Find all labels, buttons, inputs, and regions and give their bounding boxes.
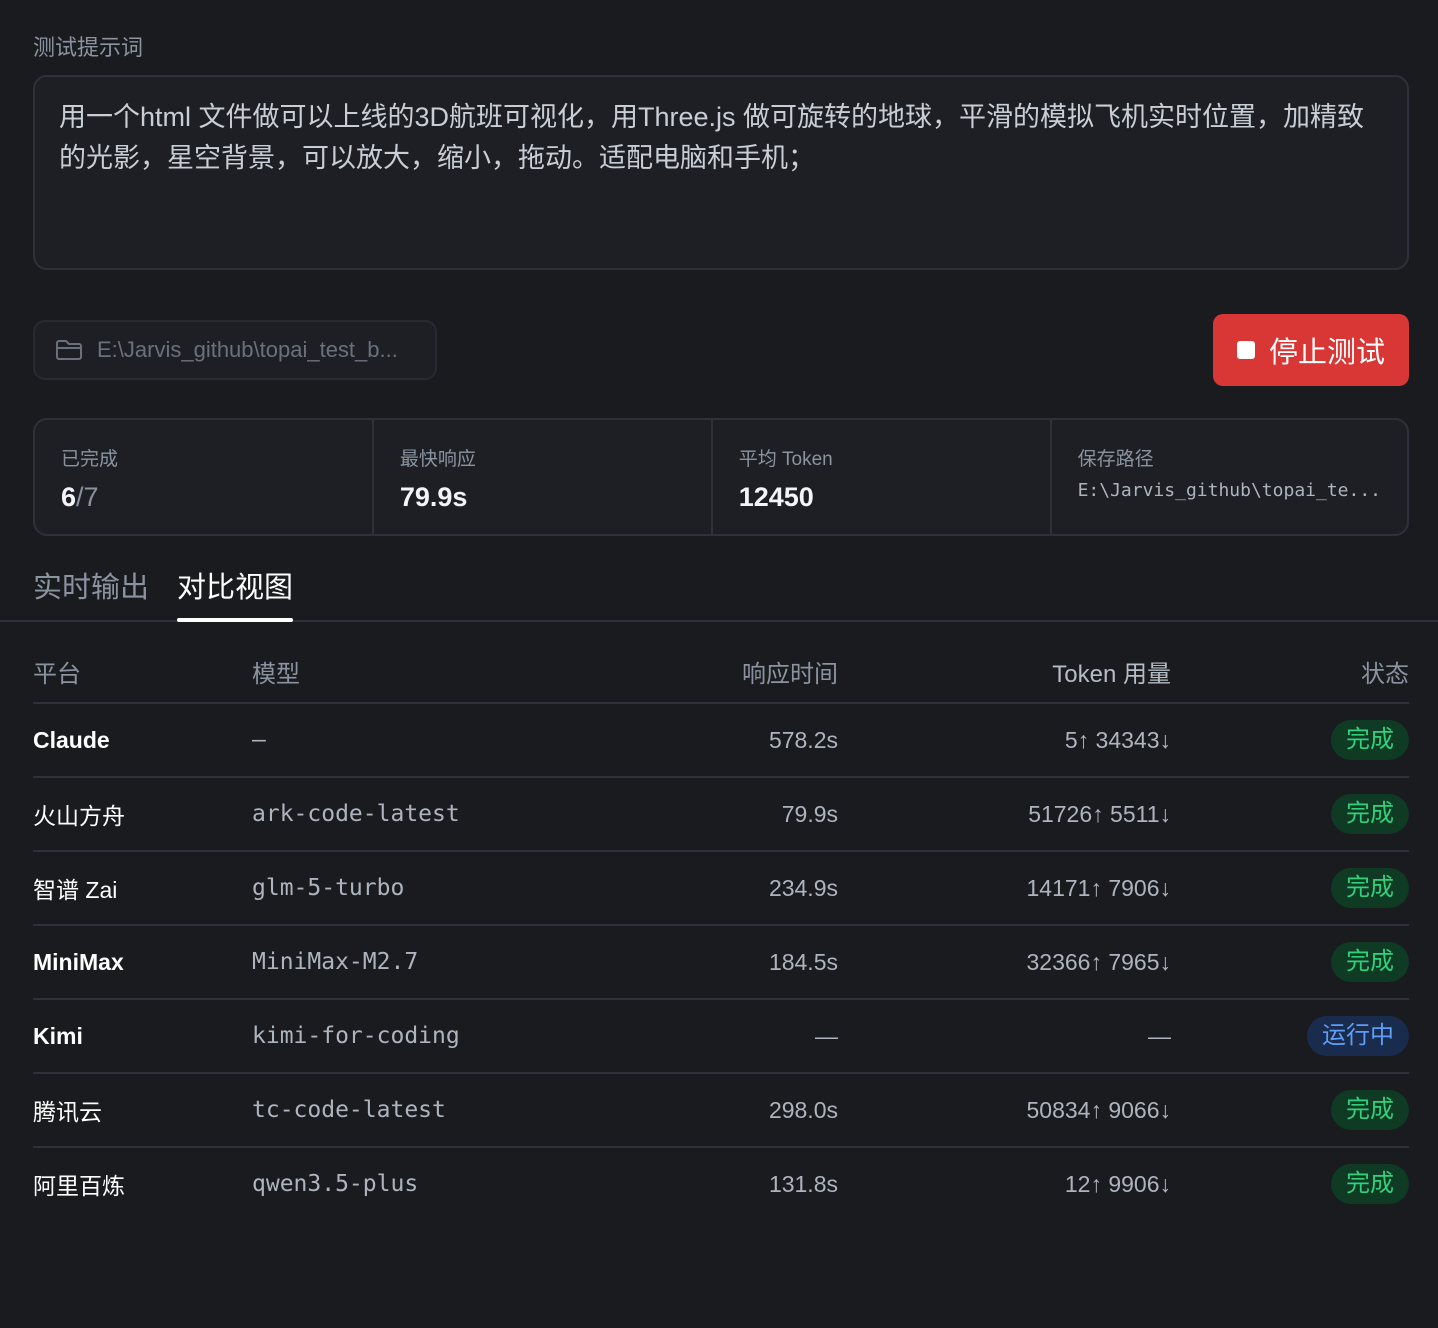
table-header-row: 平台 模型 响应时间 Token 用量 状态	[33, 640, 1409, 704]
stat-completed-value: 6/7	[61, 482, 346, 513]
model-cell: ark-code-latest	[252, 777, 612, 852]
status-badge: 完成	[1331, 794, 1409, 834]
token-usage-cell: —	[838, 999, 1171, 1074]
response-time-cell: —	[612, 999, 838, 1074]
response-time-cell: 131.8s	[768, 1170, 838, 1197]
response-time-cell: 234.9s	[612, 851, 838, 926]
platform-cell: 阿里百炼	[33, 1173, 125, 1199]
view-tabs: 实时输出 对比视图	[0, 560, 1438, 622]
table-row: MiniMax MiniMax-M2.7 184.5s 32366↑ 7965↓…	[33, 925, 1409, 1000]
output-path-field[interactable]: E:\Jarvis_github\topai_test_b...	[33, 320, 437, 380]
prompt-textarea[interactable]: 用一个html 文件做可以上线的3D航班可视化，用Three.js 做可旋转的地…	[33, 75, 1409, 270]
platform-cell: 智谱 Zai	[33, 851, 252, 926]
model-cell: MiniMax-M2.7	[252, 925, 612, 1000]
stat-avg-token-label: 平均 Token	[738, 449, 833, 470]
token-usage-cell: 12↑ 9906↓	[1064, 1170, 1171, 1197]
header-token-usage: Token 用量	[838, 640, 1171, 704]
stat-save-path-label: 保存路径	[1077, 449, 1154, 470]
table-row: 腾讯云 tc-code-latest 298.0s 50834↑ 9066↓ 完…	[33, 1073, 1409, 1148]
table-row: Kimi kimi-for-coding — — 运行中	[33, 999, 1409, 1074]
status-badge: 完成	[1331, 868, 1409, 908]
prompt-label: 测试提示词	[33, 35, 144, 60]
status-badge: 完成	[1331, 1090, 1409, 1130]
platform-cell: MiniMax	[33, 925, 252, 1000]
stop-test-button[interactable]: 停止测试	[1213, 314, 1409, 386]
stat-avg-token: 平均 Token 12450	[713, 420, 1052, 534]
stat-save-path-value: E:\Jarvis_github\topai_te...	[1077, 480, 1382, 501]
status-badge: 运行中	[1307, 1016, 1409, 1056]
table-row: 阿里百炼 qwen3.5-plus 131.8s 12↑ 9906↓ 完成	[33, 1147, 1409, 1220]
stat-completed-done: 6	[61, 482, 77, 512]
stop-test-label: 停止测试	[1268, 337, 1385, 369]
output-path-text: E:\Jarvis_github\topai_test_b...	[97, 337, 398, 362]
model-cell: qwen3.5-plus	[252, 1171, 419, 1197]
model-cell: –	[252, 703, 612, 778]
table-row: 智谱 Zai glm-5-turbo 234.9s 14171↑ 7906↓ 完…	[33, 851, 1409, 926]
stat-fastest-label: 最快响应	[399, 449, 476, 470]
status-cell: 运行中	[1171, 999, 1409, 1074]
status-cell: 完成	[1171, 925, 1409, 1000]
model-cell: kimi-for-coding	[252, 999, 612, 1074]
status-badge: 完成	[1331, 942, 1409, 982]
platform-cell: 火山方舟	[33, 777, 252, 852]
stat-fastest-value: 79.9s	[399, 482, 468, 512]
model-cell: glm-5-turbo	[252, 851, 612, 926]
token-usage-cell: 14171↑ 7906↓	[838, 851, 1171, 926]
stat-completed-label: 已完成	[61, 449, 119, 470]
stat-completed-total: /7	[76, 482, 99, 512]
status-cell: 完成	[1171, 703, 1409, 778]
response-time-cell: 298.0s	[612, 1073, 838, 1148]
tab-compare-view[interactable]: 对比视图	[177, 564, 294, 622]
stats-panel: 已完成 6/7 最快响应 79.9s 平均 Token 12450 保存路径 E…	[33, 418, 1409, 536]
token-usage-cell: 32366↑ 7965↓	[838, 925, 1171, 1000]
header-response-time: 响应时间	[612, 640, 838, 704]
folder-icon	[56, 340, 82, 360]
header-model: 模型	[252, 640, 612, 704]
model-cell: tc-code-latest	[252, 1073, 612, 1148]
status-cell: 完成	[1171, 777, 1409, 852]
benchmark-page: 测试提示词 用一个html 文件做可以上线的3D航班可视化，用Three.js …	[0, 0, 1438, 1328]
status-cell: 完成	[1171, 851, 1409, 926]
token-usage-cell: 51726↑ 5511↓	[838, 777, 1171, 852]
tab-live-output[interactable]: 实时输出	[33, 564, 149, 620]
status-badge: 完成	[1331, 1164, 1409, 1204]
stat-fastest: 最快响应 79.9s	[374, 420, 713, 534]
status-cell: 完成	[1171, 1073, 1409, 1148]
response-time-cell: 578.2s	[612, 703, 838, 778]
results-table: 平台 模型 响应时间 Token 用量 状态 Claude – 578.2s 5…	[33, 640, 1409, 1220]
token-usage-cell: 50834↑ 9066↓	[838, 1073, 1171, 1148]
stop-icon	[1236, 341, 1255, 359]
platform-cell: 腾讯云	[33, 1073, 252, 1148]
header-status: 状态	[1171, 640, 1409, 704]
response-time-cell: 79.9s	[612, 777, 838, 852]
token-usage-cell: 5↑ 34343↓	[838, 703, 1171, 778]
status-cell: 完成	[1171, 1147, 1409, 1220]
stat-save-path: 保存路径 E:\Jarvis_github\topai_te...	[1052, 420, 1407, 534]
table-row: 火山方舟 ark-code-latest 79.9s 51726↑ 5511↓ …	[33, 777, 1409, 852]
stat-avg-token-value: 12450	[738, 482, 814, 512]
platform-cell: Kimi	[33, 999, 252, 1074]
stat-completed: 已完成 6/7	[35, 420, 374, 534]
platform-cell: Claude	[33, 703, 252, 778]
header-platform: 平台	[33, 640, 252, 704]
status-badge: 完成	[1331, 720, 1409, 760]
table-row: Claude – 578.2s 5↑ 34343↓ 完成	[33, 703, 1409, 778]
response-time-cell: 184.5s	[612, 925, 838, 1000]
